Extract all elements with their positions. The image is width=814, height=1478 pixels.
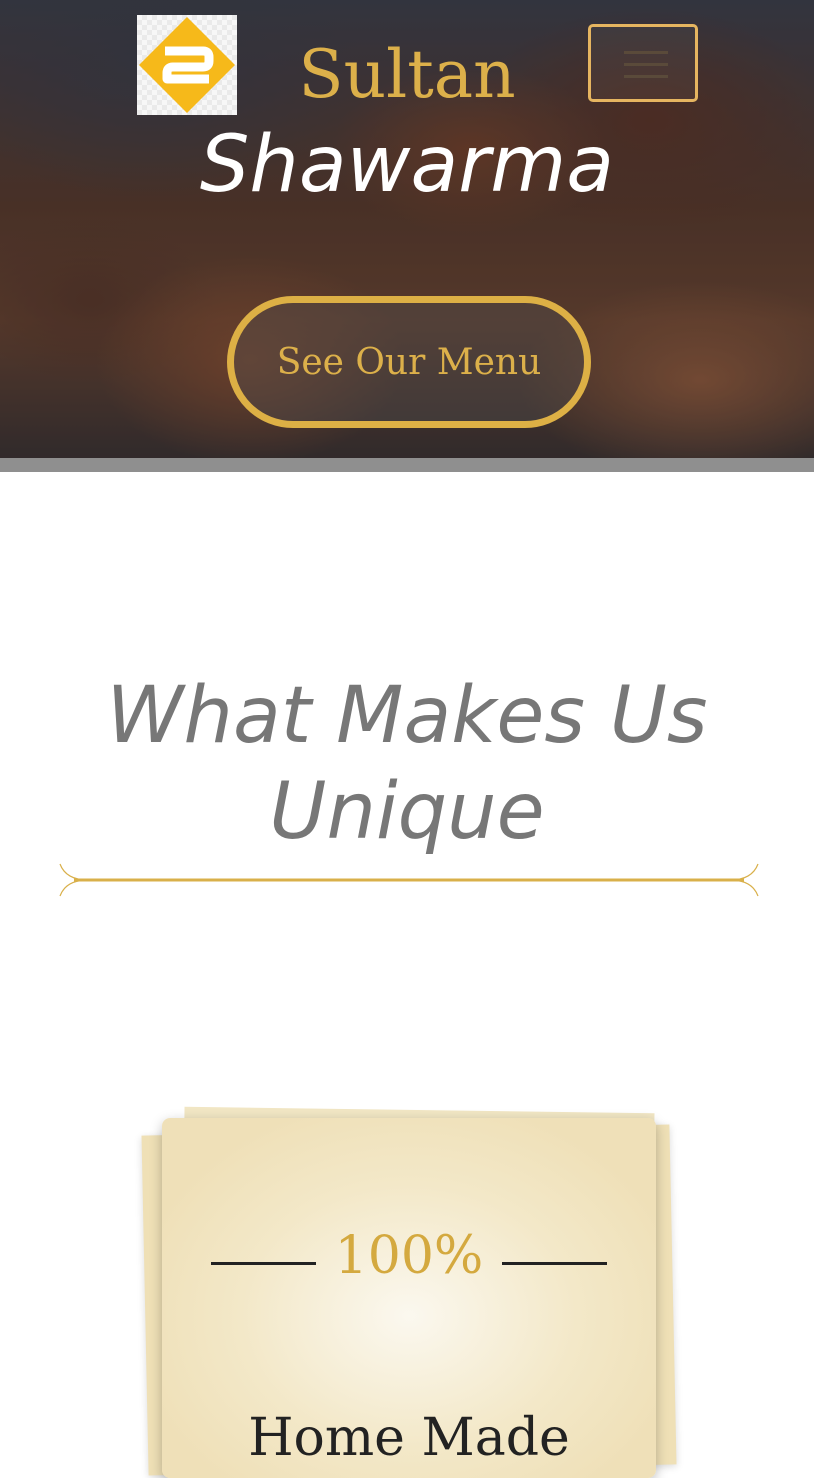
feature-card: 100% Home Made <box>162 1118 656 1478</box>
see-our-menu-button[interactable]: See Our Menu <box>227 296 591 428</box>
hero-bottom-strip <box>0 458 814 472</box>
ornamental-divider <box>59 863 759 897</box>
section-title: What Makes Us Unique <box>0 668 814 860</box>
feature-label: Home Made <box>248 1408 570 1468</box>
section-title-line1: What Makes Us <box>106 671 708 761</box>
menu-toggle-button[interactable] <box>588 24 698 102</box>
brand-name-shawarma: Shawarma <box>199 120 615 210</box>
section-title-line2: Unique <box>269 767 545 857</box>
feature-percent: 100% <box>334 1226 484 1286</box>
